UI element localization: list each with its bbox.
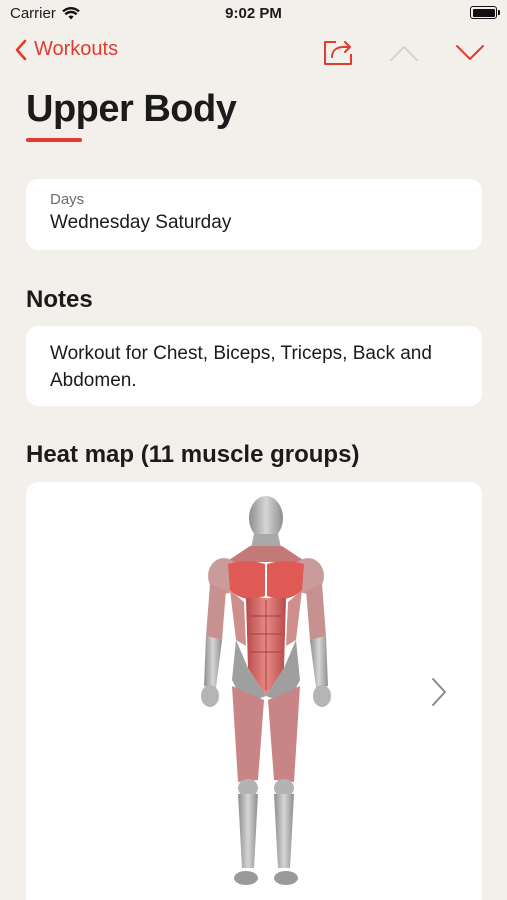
back-button[interactable]: Workouts <box>14 38 118 61</box>
chevron-right-icon[interactable] <box>430 677 448 707</box>
back-button-label: Workouts <box>34 38 119 60</box>
days-value: Wednesday Saturday <box>50 212 232 233</box>
status-time: 9:02 PM <box>225 5 282 22</box>
title-underline <box>26 138 82 142</box>
left-lat <box>230 590 246 646</box>
screen: Carrier 9:02 PM Workouts Upper Body Days… <box>0 0 507 900</box>
days-card[interactable]: Days Wednesday Saturday <box>26 179 482 250</box>
heat-map-card <box>26 482 482 900</box>
right-upper-arm <box>306 584 326 640</box>
days-label: Days <box>50 191 85 208</box>
left-upper-arm <box>206 584 226 640</box>
notes-heading: Notes <box>26 286 93 313</box>
right-lat <box>286 590 302 646</box>
body-traps <box>226 546 306 562</box>
right-foot <box>274 871 298 885</box>
status-right <box>470 6 500 19</box>
battery-icon <box>470 6 500 19</box>
nav-bar: Workouts <box>0 34 507 74</box>
previous-button[interactable] <box>387 38 421 68</box>
share-icon <box>324 41 352 65</box>
notes-card[interactable]: Workout for Chest, Biceps, Triceps, Back… <box>26 326 482 406</box>
right-thigh <box>268 686 300 782</box>
chevron-up-icon <box>390 46 418 61</box>
left-hand <box>201 685 219 707</box>
next-button[interactable] <box>453 38 487 68</box>
right-shin <box>274 794 294 868</box>
page-title: Upper Body <box>26 88 237 130</box>
right-hand <box>313 685 331 707</box>
right-forearm <box>310 636 328 688</box>
left-forearm <box>204 636 222 688</box>
left-foot <box>234 871 258 885</box>
left-shin <box>238 794 258 868</box>
left-thigh <box>232 686 264 782</box>
share-button[interactable] <box>321 38 355 68</box>
status-bar: Carrier 9:02 PM <box>0 0 507 28</box>
heat-map-heading: Heat map (11 muscle groups) <box>26 441 360 468</box>
notes-text: Workout for Chest, Biceps, Triceps, Back… <box>50 343 432 391</box>
chevron-down-icon <box>456 45 484 60</box>
muscle-body-figure <box>201 496 331 885</box>
body-head <box>249 496 283 540</box>
chevron-left-icon <box>15 39 27 60</box>
battery-fill <box>472 8 495 17</box>
nav-actions <box>321 38 487 68</box>
